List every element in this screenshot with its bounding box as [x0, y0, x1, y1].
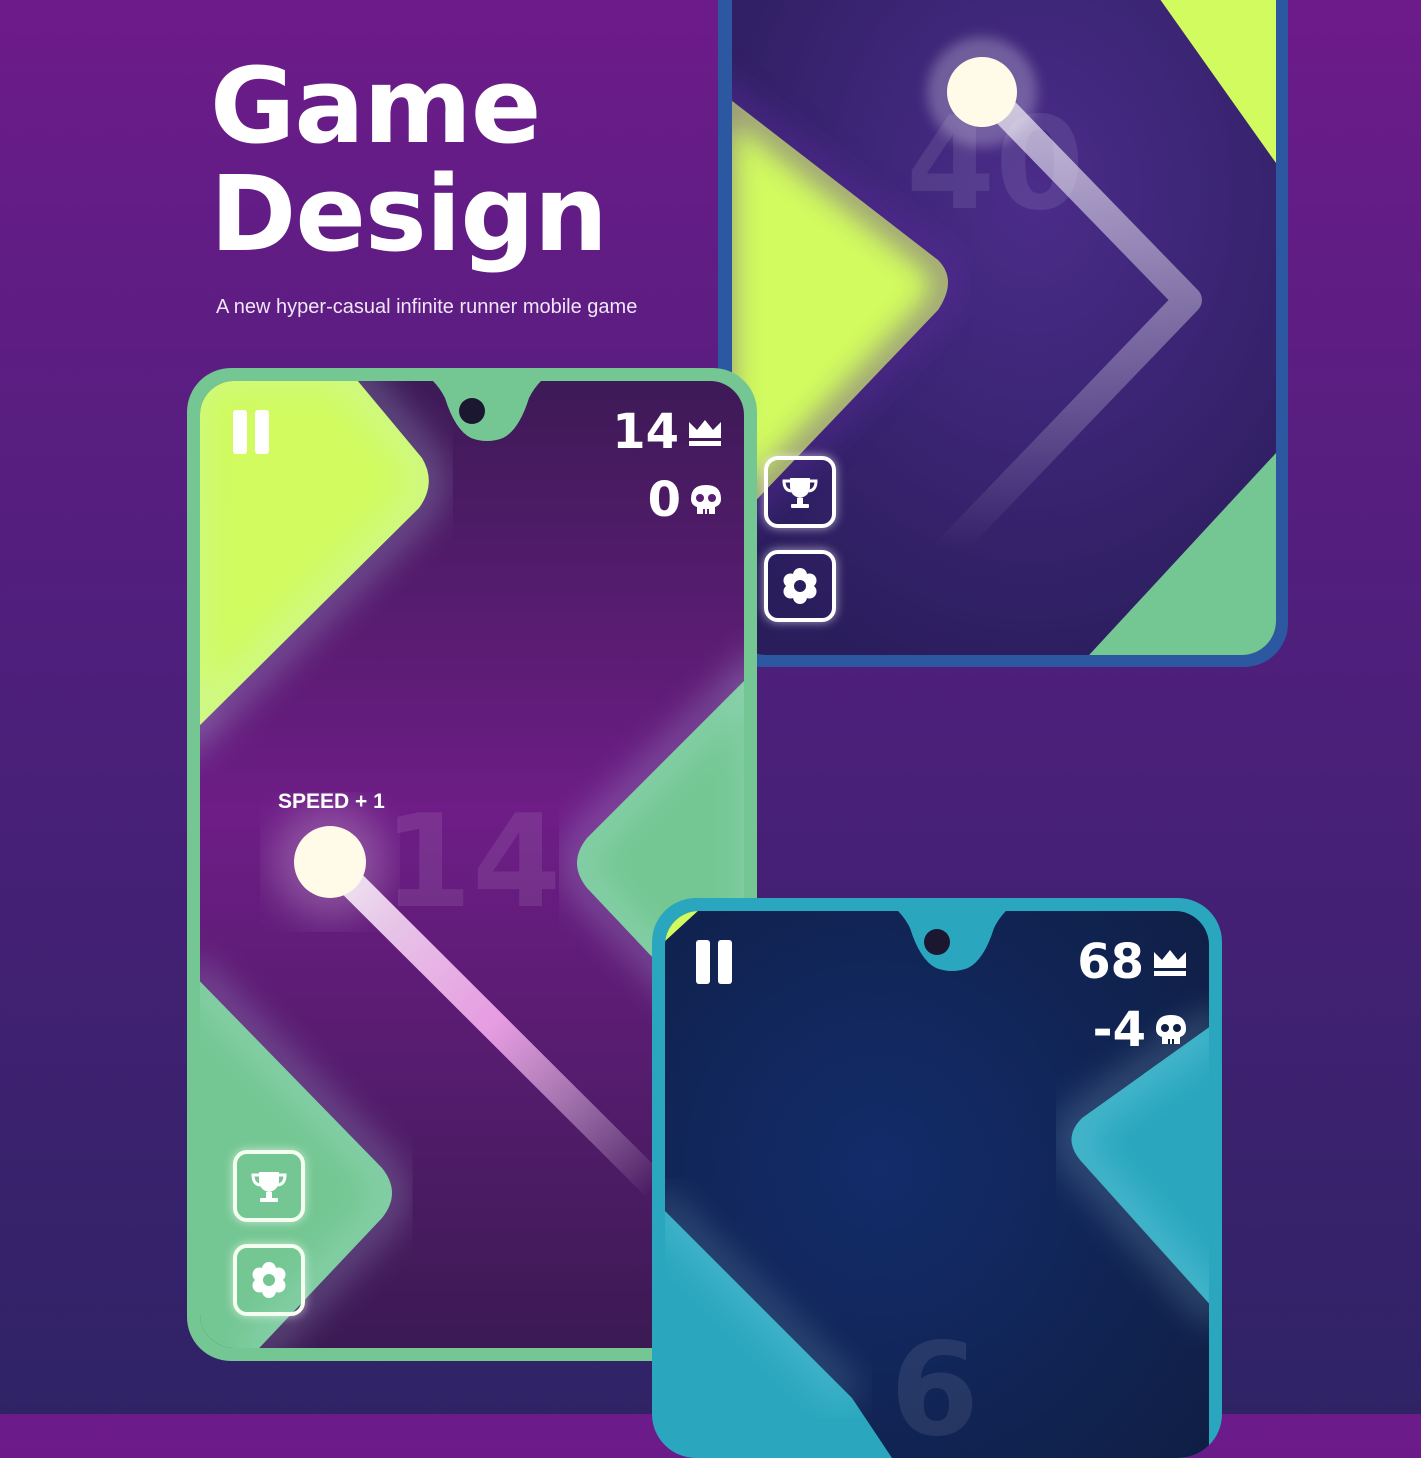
title-line-2: Design	[210, 153, 608, 275]
best-score-value: 68	[1077, 934, 1144, 990]
background-score: 6	[890, 1316, 980, 1458]
trophy-button[interactable]	[233, 1150, 305, 1222]
title-line-1: Game	[210, 45, 541, 167]
best-score-value: 14	[612, 404, 679, 460]
settings-button[interactable]	[764, 550, 836, 622]
death-count: 0	[648, 472, 723, 528]
pause-icon	[696, 940, 710, 984]
camera-notch	[924, 929, 950, 955]
page-subtitle: A new hyper-casual infinite runner mobil…	[216, 296, 638, 318]
trophy-button[interactable]	[764, 456, 836, 528]
player-ball	[294, 826, 366, 898]
pause-button[interactable]	[233, 410, 269, 454]
best-score: 68	[1077, 934, 1188, 990]
camera-notch	[459, 398, 485, 424]
skull-icon	[691, 485, 721, 514]
background-score: 14	[383, 788, 562, 937]
background-score: 40	[906, 90, 1085, 239]
phone-bottom-right: 68 -4 6	[652, 898, 1222, 1458]
skull-icon	[1156, 1015, 1186, 1044]
crown-icon	[1154, 950, 1186, 976]
crown-icon	[689, 420, 721, 446]
trophy-icon	[251, 1172, 287, 1202]
trophy-icon	[782, 478, 818, 508]
best-score: 14	[612, 404, 723, 460]
speed-popup: SPEED + 1	[278, 790, 385, 813]
death-count-value: -4	[1092, 1002, 1146, 1058]
settings-button[interactable]	[233, 1244, 305, 1316]
page-title: Game Design	[210, 52, 608, 268]
gear-icon	[783, 568, 817, 604]
death-count-value: 0	[647, 472, 681, 528]
phone-top-right: 40	[718, 0, 1288, 667]
gear-icon	[252, 1262, 286, 1298]
pause-button[interactable]	[696, 940, 732, 984]
death-count: -4	[1093, 1002, 1188, 1058]
pause-icon	[233, 410, 247, 454]
